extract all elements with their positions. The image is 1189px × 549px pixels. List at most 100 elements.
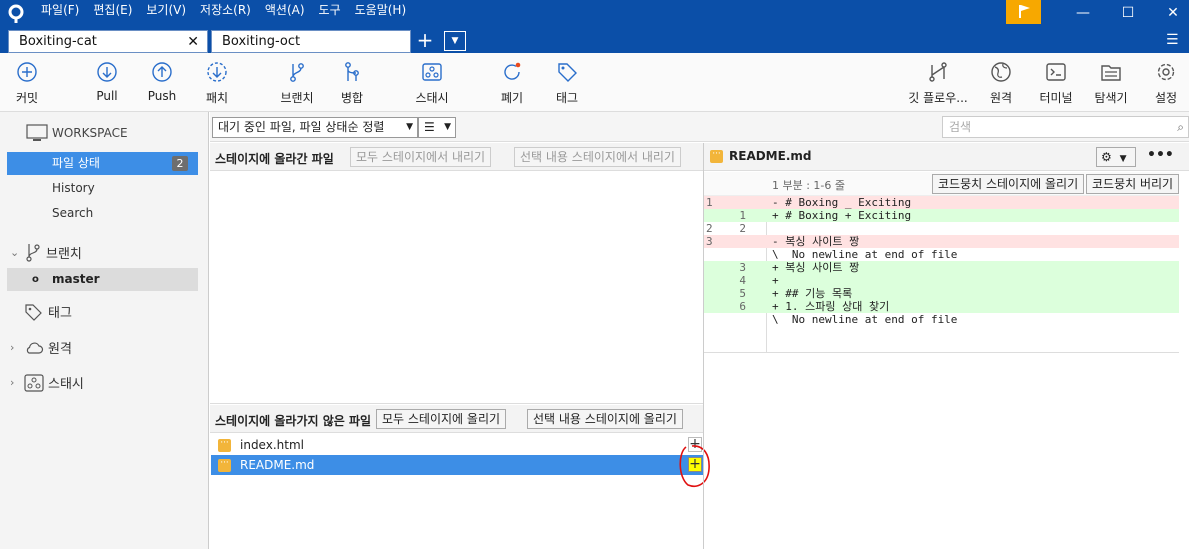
hamburger-icon: ☰ (1166, 32, 1179, 48)
sidebar-section-branches[interactable]: ⌄ 브랜치 (10, 242, 82, 262)
plus-icon: + (416, 28, 434, 52)
stash-icon (422, 63, 442, 81)
push-icon (152, 62, 172, 82)
gear-icon (1157, 63, 1175, 81)
stage-hunk-button[interactable]: 코드뭉치 스테이지에 올리기 (932, 174, 1085, 194)
close-icon: ✕ (1167, 5, 1179, 21)
diff-options-button[interactable]: ⚙ ▼ (1096, 147, 1136, 167)
sidebar-item-branch-master[interactable]: o master (7, 268, 198, 291)
branch-button[interactable]: 브랜치 (267, 61, 327, 106)
file-row-index-html[interactable]: ··· index.html + (211, 435, 703, 455)
folder-icon (1101, 65, 1121, 81)
chevron-down-icon: ▼ (406, 122, 413, 132)
more-options-icon[interactable]: ••• (1147, 147, 1174, 163)
diff-line: \ No newline at end of file (772, 313, 958, 326)
diff-file-name: README.md (729, 149, 812, 163)
menu-tools[interactable]: 도구 (312, 0, 348, 22)
unstage-all-button[interactable]: 모두 스테이지에서 내리기 (350, 147, 492, 167)
tag-icon (25, 303, 42, 321)
modified-file-icon: ··· (218, 439, 231, 452)
search-input[interactable]: 검색 ⌕ (942, 116, 1189, 138)
tab-label: Boxiting-oct (222, 34, 301, 49)
sidebar-section-remotes[interactable]: › 원격 (10, 338, 72, 357)
terminal-button[interactable]: 터미널 (1026, 61, 1086, 106)
minimize-icon: — (1076, 5, 1090, 21)
tab-boxiting-cat[interactable]: Boxiting-cat ✕ (8, 30, 208, 53)
menu-actions[interactable]: 액션(A) (258, 0, 312, 22)
unstaged-files-header: 스테이지에 올라가지 않은 파일 모두 스테이지에 올리기 선택 내용 스테이지… (210, 405, 703, 433)
fetch-button[interactable]: 패치 (187, 61, 247, 106)
notification-flag-button[interactable] (1006, 0, 1041, 24)
globe-icon (991, 62, 1011, 82)
stash-icon (24, 373, 44, 392)
diff-line: 3 + 복싱 사이트 짱 (704, 261, 1179, 274)
hamburger-menu-button[interactable]: ☰ (1166, 32, 1184, 48)
git-flow-button[interactable]: 깃 플로우... (903, 61, 973, 106)
sidebar-item-file-status[interactable]: 파일 상태 2 (7, 152, 198, 175)
maximize-icon: ☐ (1121, 5, 1135, 21)
staged-files-header: 스테이지에 올라간 파일 모두 스테이지에서 내리기 선택 내용 스테이지에서 … (210, 143, 703, 171)
annotation-circle (679, 445, 710, 487)
branch-icon (290, 63, 304, 82)
commit-button[interactable]: 커밋 (0, 61, 57, 106)
flag-icon (1019, 5, 1030, 18)
staged-files-list (210, 171, 703, 404)
stage-selected-button[interactable]: 선택 내용 스테이지에 올리기 (527, 409, 683, 429)
monitor-icon (26, 124, 48, 141)
discard-hunk-button[interactable]: 코드뭉치 버리기 (1086, 174, 1180, 194)
discard-button[interactable]: 폐기 (482, 61, 542, 106)
push-button[interactable]: Push (132, 61, 192, 103)
commit-icon (17, 62, 37, 82)
diff-line: 1 + # Boxing + Exciting (704, 209, 1179, 222)
stash-button[interactable]: 스태시 (402, 61, 462, 106)
chevron-down-icon: ▼ (1119, 154, 1127, 164)
diff-line: 1- # Boxing _ Exciting (704, 196, 1179, 209)
tab-boxiting-oct[interactable]: Boxiting-oct (211, 30, 411, 53)
workspace-header: WORKSPACE (26, 124, 128, 142)
minimize-button[interactable]: — (1068, 2, 1098, 24)
sidebar-section-stashes[interactable]: › 스태시 (10, 373, 84, 392)
view-mode-dropdown[interactable]: ☰ ▼ (418, 117, 456, 138)
close-window-button[interactable]: ✕ (1158, 2, 1188, 24)
title-bar: 파일(F) 편집(E) 보기(V) 저장소(R) 액션(A) 도구 도움말(H)… (0, 0, 1189, 28)
hunk-header: 1 부분 : 1-6 줄 코드뭉치 스테이지에 올리기 코드뭉치 버리기 (704, 172, 1180, 196)
sidebar-item-search[interactable]: Search (7, 202, 198, 225)
tab-dropdown-button[interactable]: ▼ (444, 31, 466, 51)
pending-files-sort-dropdown[interactable]: 대기 중인 파일, 파일 상태순 정렬 ▼ (212, 117, 418, 138)
chevron-down-icon: ▼ (451, 36, 459, 46)
menu-file[interactable]: 파일(F) (34, 0, 86, 22)
menu-help[interactable]: 도움말(H) (348, 0, 414, 22)
git-flow-icon (929, 62, 947, 82)
tag-icon (558, 63, 577, 82)
add-tab-button[interactable]: + (415, 30, 435, 52)
stage-all-button[interactable]: 모두 스테이지에 올리기 (376, 409, 507, 429)
filter-bar: 대기 중인 파일, 파일 상태순 정렬 ▼ ☰ ▼ 검색 ⌕ (210, 112, 1189, 142)
pull-icon (97, 62, 117, 82)
pull-button[interactable]: Pull (77, 61, 137, 103)
sourcetree-logo-icon (8, 4, 24, 23)
unstage-selected-button[interactable]: 선택 내용 스테이지에서 내리기 (514, 147, 681, 167)
file-status-count-badge: 2 (172, 156, 188, 171)
sidebar-item-history[interactable]: History (7, 177, 198, 200)
menu-repository[interactable]: 저장소(R) (193, 0, 258, 22)
chevron-down-icon: ▼ (444, 122, 451, 132)
search-icon: ⌕ (1177, 120, 1184, 134)
menu-view[interactable]: 보기(V) (139, 0, 193, 22)
chevron-down-icon: ⌄ (10, 245, 20, 259)
remote-button[interactable]: 원격 (971, 61, 1031, 106)
file-row-readme-md[interactable]: ··· README.md + (211, 455, 703, 475)
settings-button[interactable]: 설정 (1136, 61, 1189, 106)
merge-button[interactable]: 병합 (322, 61, 382, 106)
terminal-icon (1046, 63, 1066, 81)
menu-edit[interactable]: 편집(E) (86, 0, 139, 22)
tag-button[interactable]: 태그 (537, 61, 597, 106)
diff-line: 6 + 1. 스파링 상대 찾기 (704, 300, 1179, 313)
chevron-right-icon: › (10, 341, 15, 354)
discard-icon (504, 62, 521, 80)
explorer-button[interactable]: 탐색기 (1081, 61, 1141, 106)
maximize-button[interactable]: ☐ (1113, 2, 1143, 24)
modified-file-icon: ··· (218, 459, 231, 472)
branch-icon (26, 244, 40, 262)
close-tab-icon[interactable]: ✕ (187, 31, 199, 53)
sidebar-section-tags[interactable]: 태그 (24, 302, 72, 321)
